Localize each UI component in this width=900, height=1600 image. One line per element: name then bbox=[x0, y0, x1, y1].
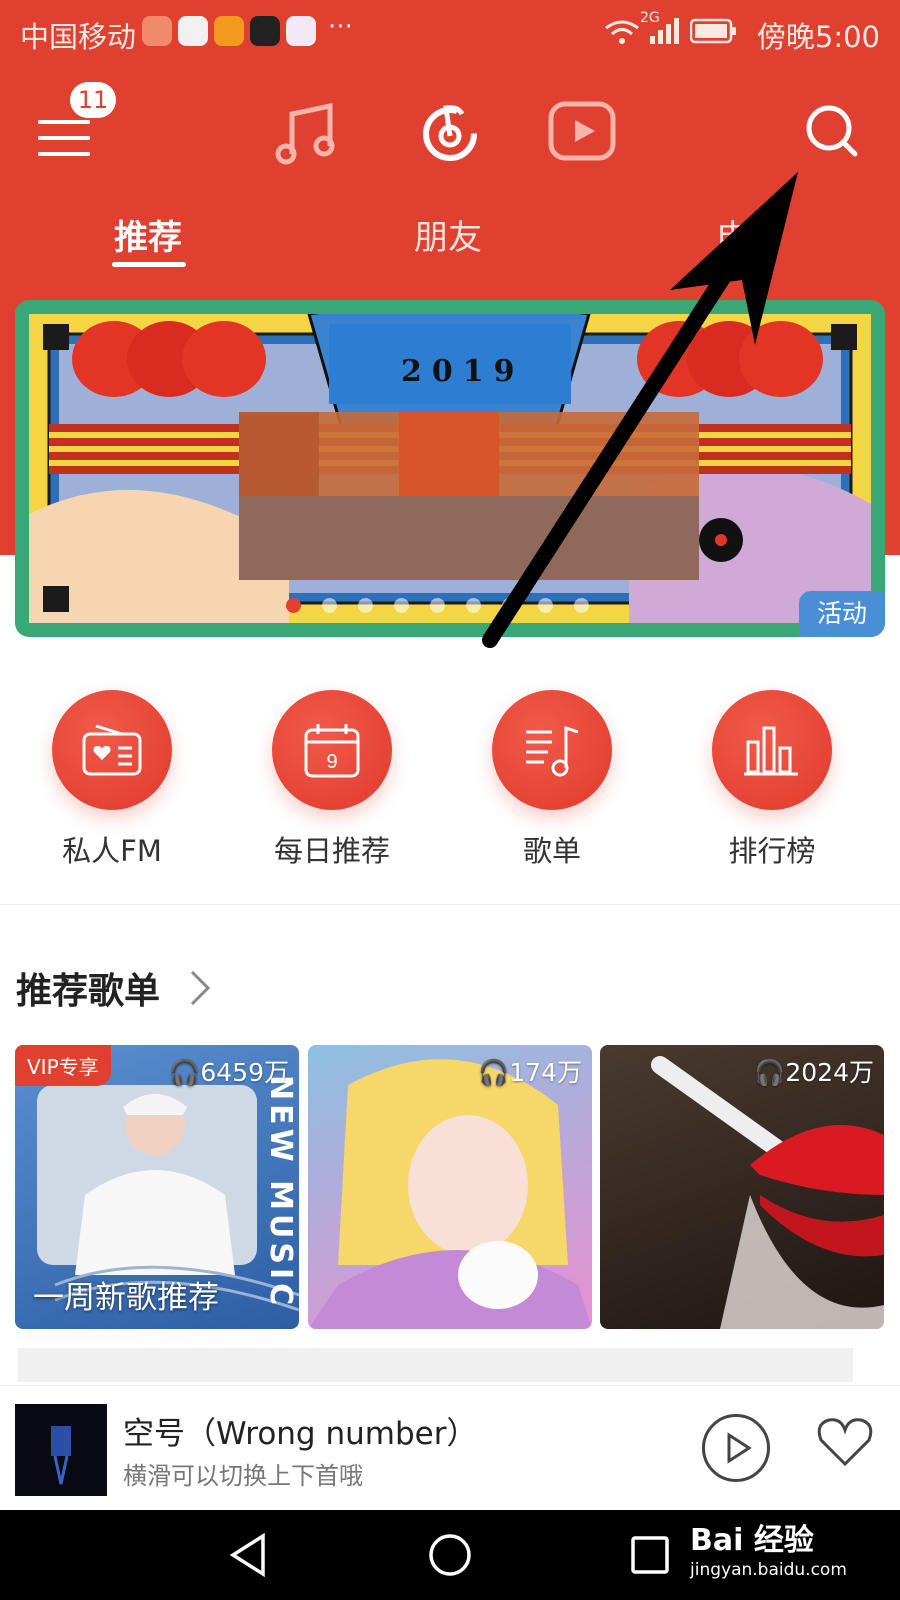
active-tab-indicator bbox=[112, 262, 186, 267]
headphones-icon: 🎧 bbox=[754, 1058, 786, 1087]
playlist-card[interactable]: NEW MUSIC VIP专享 🎧6459万 一周新歌推荐 bbox=[15, 1045, 299, 1329]
shortcut-private-fm[interactable]: 私人FM bbox=[12, 690, 212, 870]
shortcut-circle: 9 bbox=[272, 690, 392, 810]
app-notification-icon bbox=[178, 16, 208, 46]
calendar-icon: 9 bbox=[304, 724, 360, 778]
clock: 傍晚5:00 bbox=[756, 20, 880, 54]
carousel-dot[interactable] bbox=[394, 598, 409, 613]
play-button[interactable] bbox=[702, 1414, 770, 1482]
playlist-title-placeholder bbox=[18, 1348, 853, 1382]
signal-icon bbox=[650, 18, 679, 44]
home-icon[interactable] bbox=[425, 1530, 475, 1580]
playlist-card[interactable]: 🎧174万 bbox=[308, 1045, 592, 1329]
music-tab-button[interactable] bbox=[270, 92, 350, 172]
tiktok-icon bbox=[250, 16, 280, 46]
app-notification-icon bbox=[286, 16, 316, 46]
section-title[interactable]: 推荐歌单 bbox=[16, 962, 160, 1014]
carousel-dot[interactable] bbox=[322, 598, 337, 613]
tab-recommend[interactable]: 推荐 bbox=[114, 210, 182, 259]
song-subtitle: 横滑可以切换上下首哦 bbox=[123, 1462, 363, 1490]
shortcut-label: 私人FM bbox=[62, 834, 162, 868]
headphones-icon: 🎧 bbox=[169, 1058, 201, 1087]
play-count: 🎧6459万 bbox=[169, 1058, 289, 1087]
wifi-icon bbox=[605, 20, 639, 44]
headphones-icon: 🎧 bbox=[478, 1058, 510, 1087]
section-divider bbox=[0, 904, 900, 905]
chevron-right-icon[interactable] bbox=[188, 970, 212, 1006]
cover-side-text: NEW MUSIC bbox=[263, 1075, 298, 1310]
shortcut-circle bbox=[712, 690, 832, 810]
chart-bars-icon bbox=[744, 726, 798, 776]
carousel-dot[interactable] bbox=[430, 598, 445, 613]
shortcut-label: 每日推荐 bbox=[273, 834, 390, 868]
shortcut-circle bbox=[492, 690, 612, 810]
carousel-dot[interactable] bbox=[286, 598, 301, 613]
watermark-brand: Bai 经验 bbox=[690, 1523, 814, 1558]
recent-apps-icon[interactable] bbox=[625, 1530, 675, 1580]
carrier-label: 中国移动 bbox=[20, 20, 137, 54]
song-cover bbox=[15, 1404, 107, 1496]
watermark-url: jingyan.baidu.com bbox=[690, 1560, 847, 1580]
vip-badge: VIP专享 bbox=[15, 1045, 111, 1086]
shortcut-label: 排行榜 bbox=[728, 834, 816, 868]
playlist-card[interactable]: 🎧2024万 bbox=[600, 1045, 884, 1329]
like-heart-icon[interactable] bbox=[815, 1414, 875, 1470]
play-icon bbox=[727, 1432, 752, 1464]
shortcut-playlists[interactable]: 歌单 bbox=[452, 690, 652, 870]
mini-player[interactable]: 空号（Wrong number） 横滑可以切换上下首哦 bbox=[0, 1385, 900, 1511]
battery-icon bbox=[690, 18, 736, 44]
more-notifications-icon: ··· bbox=[328, 12, 353, 42]
playlist-caption: 一周新歌推荐 bbox=[33, 1280, 219, 1316]
calendar-day: 9 bbox=[326, 751, 337, 773]
shortcut-charts[interactable]: 排行榜 bbox=[672, 690, 872, 870]
shortcut-circle bbox=[52, 690, 172, 810]
status-bar: 中国移动 ··· 2G 傍晚5:00 bbox=[0, 0, 900, 62]
song-title: 空号（Wrong number） bbox=[123, 1416, 478, 1452]
annotation-arrow-icon bbox=[482, 172, 798, 648]
radio-icon bbox=[82, 724, 142, 776]
play-count: 🎧2024万 bbox=[754, 1058, 874, 1087]
shortcut-label: 歌单 bbox=[522, 834, 581, 868]
carousel-dot[interactable] bbox=[358, 598, 373, 613]
app-notification-icon bbox=[214, 16, 244, 46]
cover-art bbox=[51, 1426, 71, 1485]
music-note-icon bbox=[275, 102, 335, 165]
app-notification-icon bbox=[142, 16, 172, 46]
back-icon[interactable] bbox=[225, 1530, 275, 1580]
playlist-icon bbox=[526, 725, 579, 777]
notification-badge: 11 bbox=[70, 82, 116, 118]
shortcut-daily[interactable]: 9 每日推荐 bbox=[232, 690, 432, 870]
play-count: 🎧174万 bbox=[478, 1058, 582, 1087]
